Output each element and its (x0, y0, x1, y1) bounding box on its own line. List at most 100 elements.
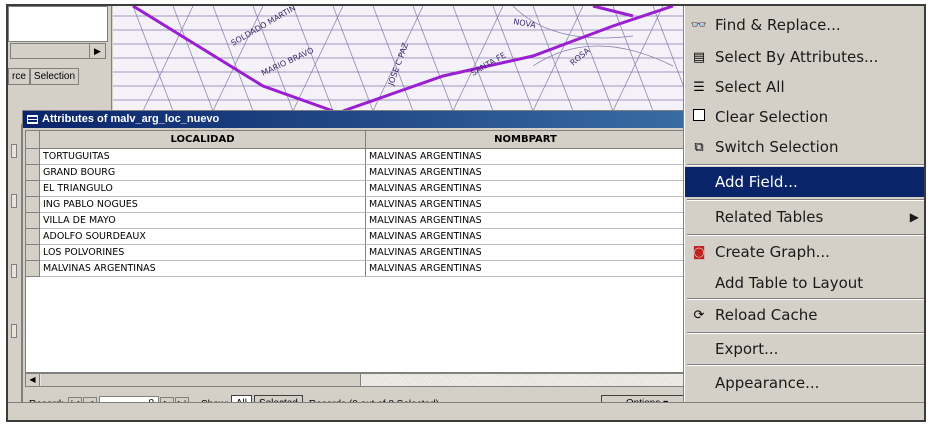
row-selector[interactable] (26, 261, 40, 277)
cell-nombpart[interactable]: MALVINAS ARGENTINAS (366, 261, 686, 277)
binoculars-icon: 👓 (690, 17, 708, 33)
map-view[interactable]: MARIO BRAVO SOLDADO MARTIN JOSE C PAZ NO… (113, 6, 693, 111)
table-horizontal-scrollbar[interactable]: ◀ (25, 373, 701, 387)
menu-item-create-graph[interactable]: ◙ Create Graph... (685, 237, 924, 267)
menu-item-label: Switch Selection (715, 138, 839, 156)
table-row[interactable]: VILLA DE MAYO MALVINAS ARGENTINAS (26, 213, 686, 229)
menu-separator (687, 364, 924, 366)
table-row[interactable]: EL TRIANGULO MALVINAS ARGENTINAS (26, 181, 686, 197)
menu-item-label: Export... (715, 340, 779, 358)
layer-marker (11, 324, 17, 338)
map-canvas: MARIO BRAVO SOLDADO MARTIN JOSE C PAZ NO… (113, 6, 693, 111)
table-body: TORTUGUITAS MALVINAS ARGENTINAS GRAND BOUR… (26, 149, 686, 277)
scrollbar-thumb[interactable] (41, 374, 361, 386)
attributes-window: Attributes of malv_arg_loc_nuevo LOCALID… (22, 110, 703, 420)
menu-item-appearance[interactable]: Appearance... (685, 368, 924, 398)
map-label: JOSE C PAZ (386, 41, 410, 88)
menu-item-add-field[interactable]: Add Field... (685, 167, 924, 197)
menu-item-add-table-to-layout[interactable]: Add Table to Layout (685, 268, 924, 298)
menu-item-label: Reload Cache (715, 306, 818, 324)
tab-source[interactable]: rce (8, 68, 30, 85)
menu-item-label: Add Table to Layout (715, 274, 864, 292)
menu-item-label: Create Graph... (715, 243, 830, 261)
menu-item-label: Related Tables (715, 208, 824, 226)
reload-icon: ⟳ (693, 307, 705, 323)
row-selector[interactable] (26, 213, 40, 229)
toc-tabs: rce Selection (8, 68, 80, 85)
map-label: MARIO BRAVO (260, 46, 315, 78)
table-icon (27, 115, 38, 124)
toc-edge (8, 124, 22, 420)
attributes-titlebar[interactable]: Attributes of malv_arg_loc_nuevo (23, 111, 703, 128)
cell-nombpart[interactable]: MALVINAS ARGENTINAS (366, 149, 686, 165)
menu-item-label: Appearance... (715, 374, 820, 392)
cell-localidad[interactable]: ING PABLO NOGUES (40, 197, 366, 213)
menu-item-clear-selection[interactable]: Clear Selection (685, 102, 924, 132)
switch-selection-icon: ⧉ (694, 139, 704, 155)
toc-horizontal-scrollbar[interactable]: ▶ (10, 43, 106, 59)
row-selector[interactable] (26, 229, 40, 245)
select-attributes-icon: ▤ (692, 49, 706, 65)
row-selector[interactable] (26, 165, 40, 181)
graph-icon: ◙ (692, 244, 706, 260)
cell-nombpart[interactable]: MALVINAS ARGENTINAS (366, 165, 686, 181)
row-selector[interactable] (26, 181, 40, 197)
scroll-right-icon[interactable]: ▶ (89, 44, 105, 58)
menu-item-label: Select By Attributes... (715, 48, 879, 66)
table-row[interactable]: LOS POLVORINES MALVINAS ARGENTINAS (26, 245, 686, 261)
window-title: Attributes of malv_arg_loc_nuevo (42, 113, 220, 125)
menu-item-label: Add Field... (715, 173, 798, 191)
menu-separator (687, 164, 924, 166)
cell-localidad[interactable]: GRAND BOURG (40, 165, 366, 181)
cell-localidad[interactable]: ADOLFO SOURDEAUX (40, 229, 366, 245)
menu-item-select-by-attributes[interactable]: ▤ Select By Attributes... (685, 42, 924, 72)
menu-separator (687, 199, 924, 201)
menu-item-reload-cache[interactable]: ⟳ Reload Cache (685, 300, 924, 330)
cell-nombpart[interactable]: MALVINAS ARGENTINAS (366, 213, 686, 229)
table-header: LOCALIDAD NOMBPART (26, 131, 686, 149)
toc-area[interactable] (8, 6, 108, 42)
row-selector[interactable] (26, 197, 40, 213)
attribute-table: LOCALIDAD NOMBPART TORTUGUITAS MALVINAS A… (25, 130, 701, 373)
cell-localidad[interactable]: MALVINAS ARGENTINAS (40, 261, 366, 277)
scroll-left-icon[interactable]: ◀ (26, 374, 40, 386)
layer-marker (11, 144, 17, 158)
table-row[interactable]: TORTUGUITAS MALVINAS ARGENTINAS (26, 149, 686, 165)
cell-localidad[interactable]: LOS POLVORINES (40, 245, 366, 261)
cell-localidad[interactable]: EL TRIANGULO (40, 181, 366, 197)
layer-marker (11, 264, 17, 278)
cell-localidad[interactable]: TORTUGUITAS (40, 149, 366, 165)
menu-item-export[interactable]: Export... (685, 334, 924, 364)
screenshot-frame: MARIO BRAVO SOLDADO MARTIN JOSE C PAZ NO… (6, 4, 926, 422)
map-label: SOLDADO MARTIN (230, 6, 298, 48)
menu-item-related-tables[interactable]: Related Tables ▶ (685, 202, 924, 232)
table-row[interactable]: ING PABLO NOGUES MALVINAS ARGENTINAS (26, 197, 686, 213)
cell-nombpart[interactable]: MALVINAS ARGENTINAS (366, 229, 686, 245)
menu-item-switch-selection[interactable]: ⧉ Switch Selection (685, 132, 924, 162)
menu-separator (687, 234, 924, 236)
clear-selection-icon (685, 109, 713, 125)
row-selector[interactable] (26, 245, 40, 261)
cell-nombpart[interactable]: MALVINAS ARGENTINAS (366, 181, 686, 197)
submenu-arrow-icon: ▶ (909, 210, 919, 224)
tab-selection[interactable]: Selection (29, 68, 80, 85)
menu-item-label: Clear Selection (715, 108, 829, 126)
options-context-menu: 👓 Find & Replace... ▤ Select By Attribut… (684, 6, 924, 402)
row-selector[interactable] (26, 149, 40, 165)
menu-item-label: Find & Replace... (715, 16, 841, 34)
table-row[interactable]: MALVINAS ARGENTINAS MALVINAS ARGENTINAS (26, 261, 686, 277)
table-row[interactable]: ADOLFO SOURDEAUX MALVINAS ARGENTINAS (26, 229, 686, 245)
menu-item-select-all[interactable]: ☰ Select All (685, 72, 924, 102)
bottom-status-strip (8, 402, 924, 420)
column-header-nombpart[interactable]: NOMBPART (366, 131, 686, 149)
menu-item-label: Select All (715, 78, 785, 96)
select-all-icon: ☰ (693, 79, 705, 95)
cell-localidad[interactable]: VILLA DE MAYO (40, 213, 366, 229)
table-row[interactable]: GRAND BOURG MALVINAS ARGENTINAS (26, 165, 686, 181)
column-header-localidad[interactable]: LOCALIDAD (40, 131, 366, 149)
layer-marker (11, 194, 17, 208)
header-corner (26, 131, 40, 149)
cell-nombpart[interactable]: MALVINAS ARGENTINAS (366, 245, 686, 261)
cell-nombpart[interactable]: MALVINAS ARGENTINAS (366, 197, 686, 213)
menu-item-find-replace[interactable]: 👓 Find & Replace... (685, 10, 924, 40)
